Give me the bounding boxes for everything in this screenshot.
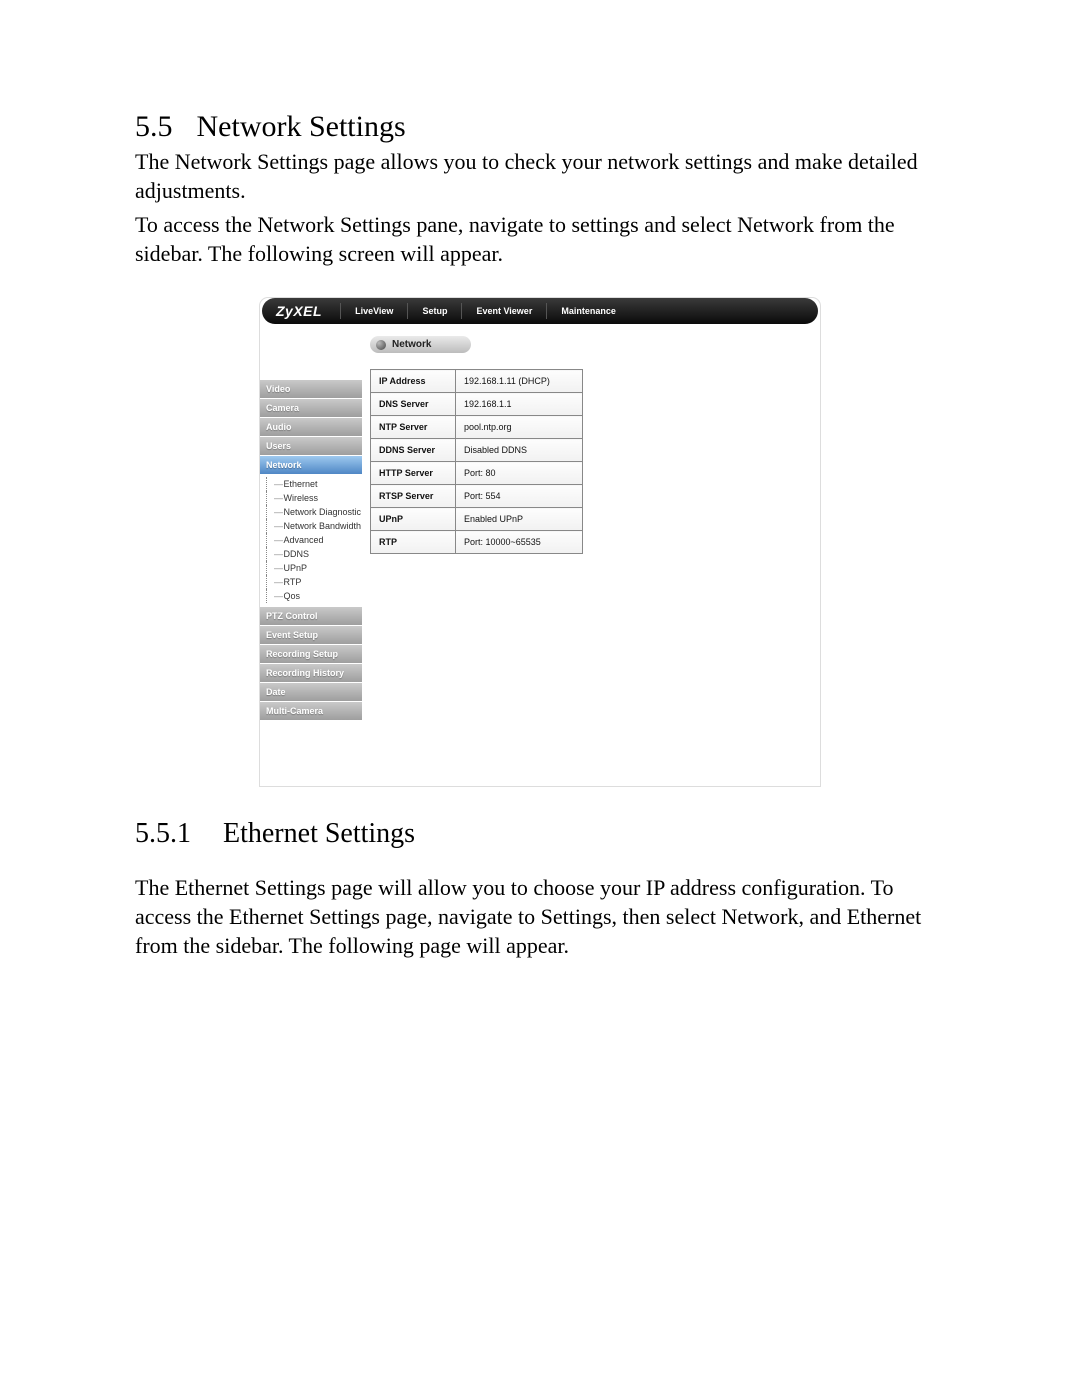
paragraph: The Ethernet Settings page will allow yo… [135, 874, 945, 960]
subsection-title: Ethernet Settings [223, 818, 415, 849]
table-row: DNS Server192.168.1.1 [371, 393, 583, 416]
sidebar-subitem[interactable]: Wireless [266, 491, 362, 505]
sidebar-item[interactable]: PTZ Control [260, 607, 362, 626]
sidebar-subitem[interactable]: Qos [266, 589, 362, 603]
table-row: UPnPEnabled UPnP [371, 508, 583, 531]
sidebar-subitem[interactable]: DDNS [266, 547, 362, 561]
sidebar-item[interactable]: Network [260, 456, 362, 475]
breadcrumb-icon [376, 340, 386, 350]
sidebar-item[interactable]: Multi-Camera [260, 702, 362, 721]
table-row: DDNS ServerDisabled DDNS [371, 439, 583, 462]
table-value: Enabled UPnP [456, 508, 583, 531]
section-number: 5.5 [135, 110, 173, 143]
sidebar-item[interactable]: Recording Setup [260, 645, 362, 664]
top-tabs: LiveViewSetupEvent ViewerMaintenance [340, 303, 630, 319]
top-tab[interactable]: Maintenance [546, 303, 630, 319]
table-value: Port: 80 [456, 462, 583, 485]
table-key: NTP Server [371, 416, 456, 439]
table-row: NTP Serverpool.ntp.org [371, 416, 583, 439]
sidebar-item[interactable]: Event Setup [260, 626, 362, 645]
table-key: UPnP [371, 508, 456, 531]
table-value: pool.ntp.org [456, 416, 583, 439]
brand-logo: ZyXEL [262, 303, 340, 319]
network-summary-table: IP Address192.168.1.11 (DHCP)DNS Server1… [370, 369, 583, 554]
table-key: RTP [371, 531, 456, 554]
sidebar-item[interactable]: Recording History [260, 664, 362, 683]
sidebar-subitem[interactable]: Ethernet [266, 477, 362, 491]
sidebar: VideoCameraAudioUsersNetworkEthernetWire… [260, 326, 362, 786]
subsection-heading: 5.5.1 Ethernet Settings [135, 818, 945, 850]
table-row: RTSP ServerPort: 554 [371, 485, 583, 508]
breadcrumb-label: Network [392, 339, 431, 350]
sidebar-item[interactable]: Camera [260, 399, 362, 418]
breadcrumb: Network [370, 336, 471, 353]
section-title: Network Settings [197, 110, 406, 143]
top-tab[interactable]: LiveView [340, 303, 407, 319]
table-row: RTPPort: 10000~65535 [371, 531, 583, 554]
sidebar-item[interactable]: Video [260, 380, 362, 399]
table-value: Port: 10000~65535 [456, 531, 583, 554]
table-value: 192.168.1.11 (DHCP) [456, 370, 583, 393]
main-content: Network IP Address192.168.1.11 (DHCP)DNS… [362, 326, 820, 786]
sidebar-item[interactable]: Date [260, 683, 362, 702]
sidebar-item[interactable]: Audio [260, 418, 362, 437]
sidebar-subitem[interactable]: UPnP [266, 561, 362, 575]
table-key: HTTP Server [371, 462, 456, 485]
sidebar-item[interactable]: Users [260, 437, 362, 456]
table-value: Port: 554 [456, 485, 583, 508]
table-key: RTSP Server [371, 485, 456, 508]
screenshot-panel: ZyXEL LiveViewSetupEvent ViewerMaintenan… [260, 298, 820, 786]
table-value: 192.168.1.1 [456, 393, 583, 416]
table-value: Disabled DDNS [456, 439, 583, 462]
section-heading: 5.5 Network Settings [135, 110, 945, 144]
top-tab[interactable]: Setup [407, 303, 461, 319]
table-row: HTTP ServerPort: 80 [371, 462, 583, 485]
sidebar-subitem[interactable]: Network Bandwidth [266, 519, 362, 533]
top-nav: ZyXEL LiveViewSetupEvent ViewerMaintenan… [262, 298, 818, 324]
paragraph: To access the Network Settings pane, nav… [135, 211, 945, 268]
paragraph: The Network Settings page allows you to … [135, 148, 945, 205]
top-tab[interactable]: Event Viewer [461, 303, 546, 319]
table-key: DNS Server [371, 393, 456, 416]
sidebar-subitem[interactable]: RTP [266, 575, 362, 589]
table-row: IP Address192.168.1.11 (DHCP) [371, 370, 583, 393]
sidebar-subitem[interactable]: Advanced [266, 533, 362, 547]
sidebar-sublist: EthernetWirelessNetwork DiagnosticNetwor… [260, 475, 362, 607]
table-key: DDNS Server [371, 439, 456, 462]
subsection-number: 5.5.1 [135, 818, 191, 849]
sidebar-subitem[interactable]: Network Diagnostic [266, 505, 362, 519]
table-key: IP Address [371, 370, 456, 393]
